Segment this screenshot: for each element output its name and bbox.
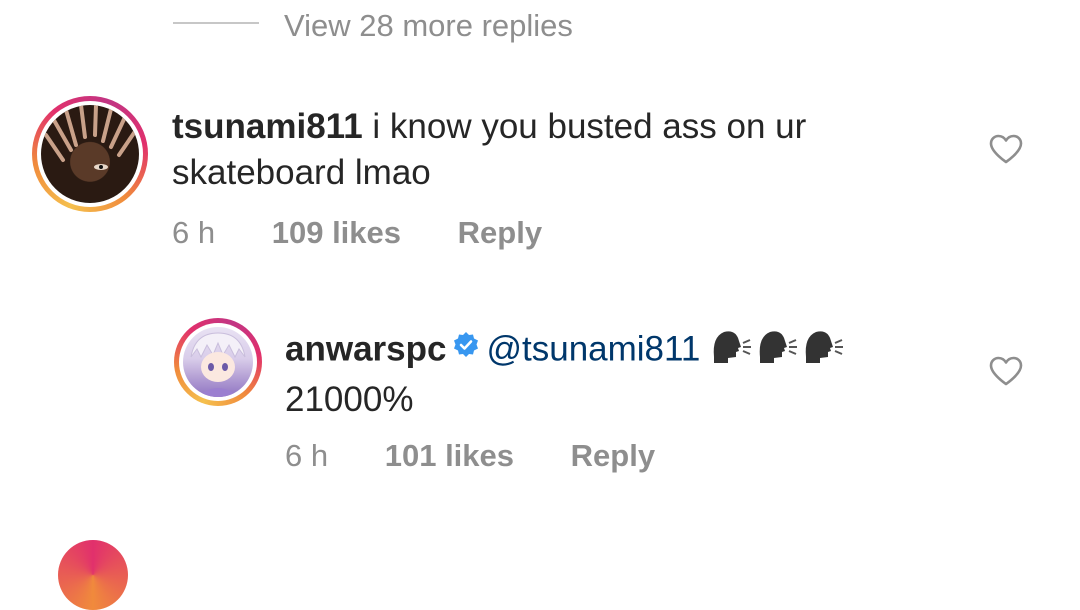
- heart-icon[interactable]: [989, 134, 1023, 164]
- comment-username[interactable]: anwarspc: [285, 329, 446, 368]
- comment-meta: 6 h 109 likes Reply: [172, 213, 590, 253]
- avatar[interactable]: [174, 318, 262, 406]
- speaking-head-emoji: [802, 327, 846, 375]
- comment-timestamp: 6 h: [285, 438, 329, 473]
- replies-divider: [173, 22, 259, 24]
- view-more-replies-link[interactable]: View 28 more replies: [284, 6, 573, 46]
- comment-body: tsunami811 i know you busted ass on ur s…: [172, 104, 932, 196]
- reply-button[interactable]: Reply: [571, 438, 655, 473]
- avatar-image: [41, 105, 139, 203]
- comment-likes[interactable]: 101 likes: [385, 438, 514, 473]
- avatar-image: [183, 327, 253, 397]
- comment-text: 21000%: [285, 380, 414, 419]
- heart-icon[interactable]: [989, 356, 1023, 386]
- reply-button[interactable]: Reply: [458, 215, 542, 250]
- comment-body: anwarspc @tsunami811 21000%: [285, 325, 965, 423]
- mention-link[interactable]: @tsunami811: [486, 329, 700, 368]
- speaking-head-emoji: [710, 327, 754, 375]
- avatar[interactable]: [32, 96, 148, 212]
- next-comment-avatar[interactable]: [58, 540, 128, 610]
- comment-likes[interactable]: 109 likes: [272, 215, 401, 250]
- speaking-head-emoji: [756, 327, 800, 375]
- verified-badge-icon: [452, 325, 480, 371]
- comment-username[interactable]: tsunami811: [172, 107, 363, 146]
- comment-timestamp: 6 h: [172, 215, 216, 250]
- comment-meta: 6 h 101 likes Reply: [285, 436, 703, 476]
